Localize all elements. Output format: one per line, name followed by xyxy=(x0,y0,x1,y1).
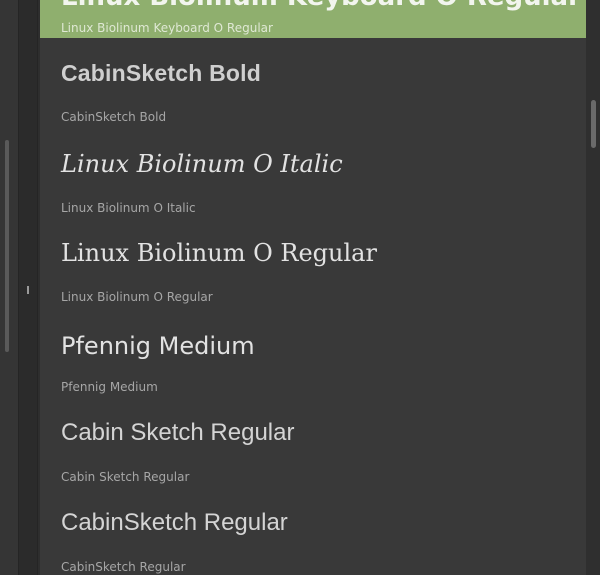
font-list-item[interactable]: CabinSketch Regular CabinSketch Regular xyxy=(40,500,586,575)
font-list-item[interactable]: Linux Biolinum O Italic Linux Biolinum O… xyxy=(40,140,586,225)
font-list-item[interactable]: CabinSketch Bold CabinSketch Bold xyxy=(40,50,586,135)
font-list-item[interactable]: Linux Biolinum O Regular Linux Biolinum … xyxy=(40,230,586,315)
font-name-caption: Linux Biolinum O Italic xyxy=(61,201,196,215)
font-sample-text: Linux Biolinum O Italic xyxy=(61,150,343,178)
font-sample-text: Pfennig Medium xyxy=(61,332,255,360)
font-sample-text: CabinSketch Bold xyxy=(61,60,262,86)
font-sample-text: Linux Biolinum Keyboard O Regular xyxy=(61,0,581,10)
right-scrollbar-track[interactable] xyxy=(586,0,600,575)
font-name-caption: Cabin Sketch Regular xyxy=(61,470,190,484)
font-name-caption: CabinSketch Regular xyxy=(61,560,186,574)
font-list-item[interactable]: Linux Biolinum Keyboard O Regular Linux … xyxy=(40,0,586,38)
font-sample-text: Linux Biolinum O Regular xyxy=(61,239,377,267)
left-scrollbar[interactable] xyxy=(5,140,9,352)
font-name-caption: CabinSketch Bold xyxy=(61,110,167,124)
left-pane xyxy=(0,0,18,575)
font-list-item[interactable]: Cabin Sketch Regular Cabin Sketch Regula… xyxy=(40,410,586,495)
right-scrollbar-thumb[interactable] xyxy=(591,100,596,148)
font-sample-text: Cabin Sketch Regular xyxy=(61,419,295,446)
font-sample-text: CabinSketch Regular xyxy=(61,509,288,536)
font-chooser-window: Linux Biolinum Keyboard O Regular Linux … xyxy=(0,0,600,575)
font-name-caption: Linux Biolinum O Regular xyxy=(61,290,213,304)
font-name-caption: Pfennig Medium xyxy=(61,380,158,394)
font-name-caption: Linux Biolinum Keyboard O Regular xyxy=(61,21,273,35)
font-list[interactable]: Linux Biolinum Keyboard O Regular Linux … xyxy=(40,0,586,575)
pane-divider[interactable] xyxy=(18,0,38,575)
font-list-item[interactable]: Pfennig Medium Pfennig Medium xyxy=(40,320,586,405)
divider-grip-icon[interactable] xyxy=(27,286,29,294)
